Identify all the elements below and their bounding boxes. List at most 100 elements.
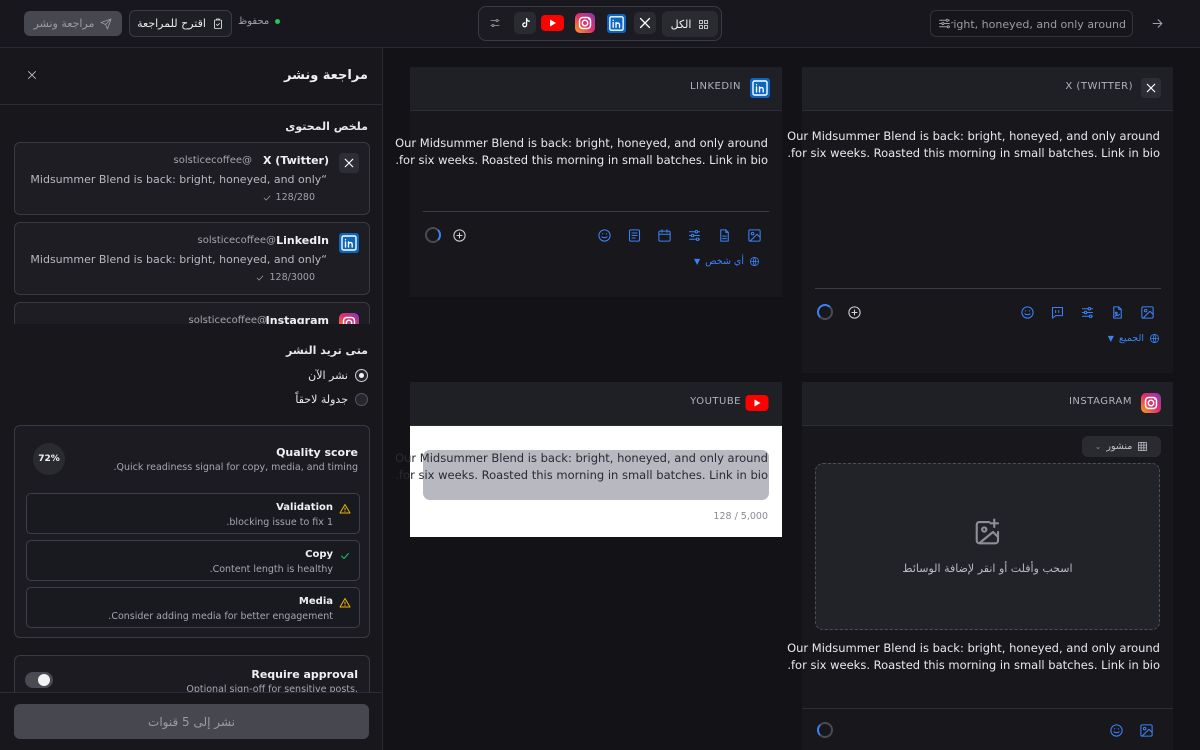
x-icon <box>639 17 651 29</box>
linkedin-audience-label: أي شخص <box>705 256 744 267</box>
search-input[interactable] <box>951 16 1126 32</box>
article-icon[interactable] <box>627 228 642 243</box>
channel-instagram[interactable] <box>574 12 596 34</box>
add-tweet-button[interactable] <box>847 305 862 320</box>
quality-item-title: Copy <box>305 549 333 560</box>
back-button[interactable] <box>1150 16 1165 31</box>
youtube-description-field[interactable]: Our Midsummer Blend is back: bright, hon… <box>395 450 769 500</box>
image-icon[interactable] <box>1140 305 1155 320</box>
search-box[interactable] <box>930 10 1133 37</box>
twitter-audience-label: الجميع <box>1118 333 1144 344</box>
editor-twitter: X (TWITTER) Our Midsummer Blend is back:… <box>787 67 1173 373</box>
youtube-icon <box>745 395 769 411</box>
twitter-post-text[interactable]: Our Midsummer Blend is back: bright, hon… <box>787 128 1160 162</box>
panel-divider <box>0 104 383 105</box>
quality-item-desc: Consider adding media for better engagem… <box>108 611 333 622</box>
card-excerpt: “Our Midsummer Blend is back: bright, ho… <box>27 173 327 186</box>
summary-card-x[interactable]: X (Twitter) solsticecoffee@ “Our Midsumm… <box>14 142 370 215</box>
channel-x[interactable] <box>634 12 656 34</box>
score-ring: 72% <box>33 443 65 475</box>
card-handle: solsticecoffee@ <box>197 235 276 246</box>
option-schedule-later[interactable]: جدولة لاحقاً <box>295 393 368 406</box>
option-publish-now[interactable]: نشر الآن <box>308 369 368 382</box>
caret-down-icon: ▼ <box>1107 334 1114 343</box>
summary-title: ملخص المحتوى <box>285 120 368 133</box>
image-icon[interactable] <box>1139 723 1154 738</box>
youtube-header-icon <box>745 393 769 413</box>
linkedin-audience-select[interactable]: أي شخص ▼ <box>694 256 760 267</box>
linkedin-header-icon <box>750 78 770 98</box>
card-count: 128/280 <box>262 192 315 203</box>
tiktok-icon <box>521 17 530 27</box>
x-icon <box>1146 83 1156 93</box>
plus-circle-icon <box>848 306 861 319</box>
youtube-post-text: Our Midsummer Blend is back: bright, hon… <box>395 450 768 484</box>
post-line: Our Midsummer Blend is back: bright, hon… <box>787 129 1160 143</box>
review-publish-button[interactable]: مراجعة ونشر <box>24 11 122 36</box>
instagram-icon <box>339 313 359 324</box>
suggest-review-label: اقترح للمراجعة <box>137 17 206 30</box>
radio-now[interactable] <box>355 369 368 382</box>
publish-button[interactable]: نشر إلى 5 قنوات <box>14 704 369 739</box>
post-line: for six weeks. Roasted this morning in s… <box>395 153 768 167</box>
sliders-icon[interactable] <box>1080 305 1095 320</box>
gif-file-icon[interactable] <box>1110 305 1125 320</box>
quality-title: Quality score <box>276 446 358 459</box>
post-line: for six weeks. Roasted this morning in s… <box>395 468 768 482</box>
image-icon[interactable] <box>747 228 762 243</box>
check-icon <box>263 195 270 200</box>
top-bar: مراجعة ونشر اقترح للمراجعة محفوظ الكل <box>0 0 1200 48</box>
post-line: Our Midsummer Blend is back: bright, hon… <box>395 136 768 150</box>
warning-icon <box>339 598 351 608</box>
channel-switcher: الكل <box>478 6 722 41</box>
post-line: for six weeks. Roasted this morning in s… <box>787 146 1160 160</box>
post-line: Our Midsummer Blend is back: bright, hon… <box>787 641 1160 655</box>
tab-all[interactable]: الكل <box>662 11 718 37</box>
post-type-select[interactable]: منشور ⌄ <box>1082 436 1161 457</box>
instagram-label: INSTAGRAM <box>1068 396 1132 407</box>
calendar-icon[interactable] <box>657 228 672 243</box>
document-icon[interactable] <box>717 228 732 243</box>
add-image-icon <box>975 518 1000 545</box>
twitter-audience-select[interactable]: الجميع ▼ <box>1108 333 1160 344</box>
add-thread-button[interactable] <box>452 228 467 243</box>
linkedin-post-text[interactable]: Our Midsummer Blend is back: bright, hon… <box>395 135 768 169</box>
channel-linkedin[interactable] <box>605 12 627 34</box>
emoji-icon[interactable] <box>1020 305 1035 320</box>
approval-box: Require approval Optional sign-off for s… <box>14 655 370 693</box>
emoji-icon[interactable] <box>1109 723 1124 738</box>
channel-tiktok[interactable] <box>514 12 536 34</box>
twitter-label: X (TWITTER) <box>1065 81 1133 92</box>
quality-item-desc: 1 blocking issue to fix. <box>226 517 333 528</box>
instagram-post-text[interactable]: Our Midsummer Blend is back: bright, hon… <box>787 640 1160 674</box>
approval-title: Require approval <box>251 668 358 681</box>
sliders-icon <box>490 19 500 27</box>
channel-filter-settings[interactable] <box>484 12 506 34</box>
saved-label: محفوظ <box>238 16 270 27</box>
grid-icon <box>699 19 709 29</box>
editor-youtube: YOUTUBE Our Midsummer Blend is back: bri… <box>395 382 782 537</box>
instagram-icon <box>1141 393 1161 413</box>
editor-linkedin: LINKEDIN Our Midsummer Blend is back: br… <box>395 67 782 297</box>
youtube-icon <box>541 15 564 31</box>
media-dropzone[interactable]: اسحب وأفلت أو انقر لإضافة الوسائط <box>815 463 1160 630</box>
radio-later[interactable] <box>355 393 368 406</box>
channel-youtube[interactable] <box>540 12 565 34</box>
emoji-icon[interactable] <box>597 228 612 243</box>
sliders-icon[interactable] <box>687 228 702 243</box>
quote-icon[interactable] <box>1050 305 1065 320</box>
check-icon <box>257 275 264 280</box>
x-header-icon <box>1141 78 1161 98</box>
review-panel: مراجعة ونشر ملخص المحتوى X (Twitter) sol… <box>0 48 383 750</box>
suggest-review-button[interactable]: اقترح للمراجعة <box>129 10 232 37</box>
close-panel-button[interactable] <box>26 69 38 81</box>
summary-card-linkedin[interactable]: LinkedIn solsticecoffee@ “Our Midsummer … <box>14 222 370 295</box>
char-progress-ring <box>425 227 441 243</box>
linkedin-icon <box>750 78 770 98</box>
quality-item-media: Media Consider adding media for better e… <box>26 587 360 628</box>
card-handle: solsticecoffee@ <box>173 155 252 166</box>
approval-toggle[interactable] <box>25 672 53 688</box>
toggle-knob <box>38 674 50 686</box>
summary-card-instagram[interactable]: Instagram solsticecoffee@ <box>14 302 370 324</box>
instagram-header: INSTAGRAM <box>802 382 1173 426</box>
